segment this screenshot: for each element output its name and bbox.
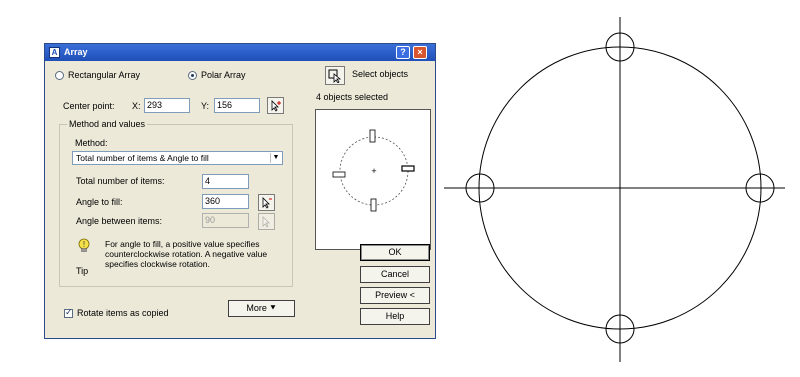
center-y-input[interactable]: 156 (214, 98, 260, 113)
method-label: Method: (75, 138, 108, 148)
help-button[interactable]: Help (360, 308, 430, 325)
rectangular-array-option[interactable]: Rectangular Array (55, 70, 140, 80)
objects-selected-status: 4 objects selected (316, 92, 389, 102)
more-button[interactable]: More ⯆ (228, 300, 295, 317)
polar-array-option[interactable]: Polar Array (188, 70, 246, 80)
method-dropdown[interactable]: Total number of items & Angle to fill ▼ (72, 151, 283, 165)
angle-between-label: Angle between items: (76, 216, 163, 226)
rotate-items-option[interactable]: Rotate items as copied (64, 307, 169, 318)
polar-array-drawing (444, 17, 785, 362)
select-objects-icon (328, 69, 342, 83)
svg-text:!: ! (83, 240, 85, 249)
help-title-button[interactable]: ? (396, 46, 410, 59)
pick-angle-icon (262, 197, 272, 209)
method-value: Total number of items & Angle to fill (76, 153, 209, 163)
cancel-button[interactable]: Cancel (360, 266, 430, 283)
ok-button[interactable]: OK (360, 244, 430, 261)
rectangular-label: Rectangular Array (68, 70, 141, 80)
tip-label: Tip (76, 266, 89, 276)
x-label: X: (132, 101, 141, 111)
total-items-input[interactable]: 4 (202, 174, 249, 189)
center-point-label: Center point: (63, 101, 115, 111)
array-dialog: A Array ? × Rectangular Array Polar Arra… (44, 43, 436, 339)
polar-label: Polar Array (201, 70, 246, 80)
rotate-items-checkbox[interactable] (64, 307, 73, 318)
tip-text: For angle to fill, a positive value spec… (105, 239, 268, 269)
title-bar[interactable]: A Array ? × (45, 44, 435, 61)
angle-between-input: 90 (202, 213, 249, 228)
rectangular-radio[interactable] (55, 70, 64, 80)
select-objects-label: Select objects (352, 69, 409, 79)
close-button[interactable]: × (413, 46, 427, 59)
pick-point-icon (271, 100, 281, 112)
pick-angle-disabled-icon (262, 216, 270, 228)
svg-text:+: + (371, 166, 376, 176)
tip-lightbulb-icon: ! (78, 238, 90, 252)
dialog-title: Array (64, 47, 88, 57)
y-label: Y: (201, 101, 210, 111)
pick-center-button[interactable] (267, 97, 284, 114)
center-x-input[interactable]: 293 (144, 98, 190, 113)
polar-radio[interactable] (188, 70, 197, 80)
array-preview-graphic: + (332, 129, 415, 212)
angle-fill-input[interactable]: 360 (202, 194, 249, 209)
method-values-title: Method and values (67, 119, 148, 129)
pick-angle-fill-button[interactable] (258, 194, 275, 211)
app-icon: A (49, 47, 60, 58)
preview-button[interactable]: Preview < (360, 287, 430, 304)
rotate-items-label: Rotate items as copied (77, 308, 169, 318)
pick-angle-between-button (258, 213, 275, 230)
preview-box: + (315, 109, 431, 250)
total-items-label: Total number of items: (76, 176, 165, 186)
chevron-down-icon[interactable]: ▼ (270, 153, 281, 163)
angle-fill-label: Angle to fill: (76, 197, 123, 207)
select-objects-button[interactable] (325, 66, 345, 85)
